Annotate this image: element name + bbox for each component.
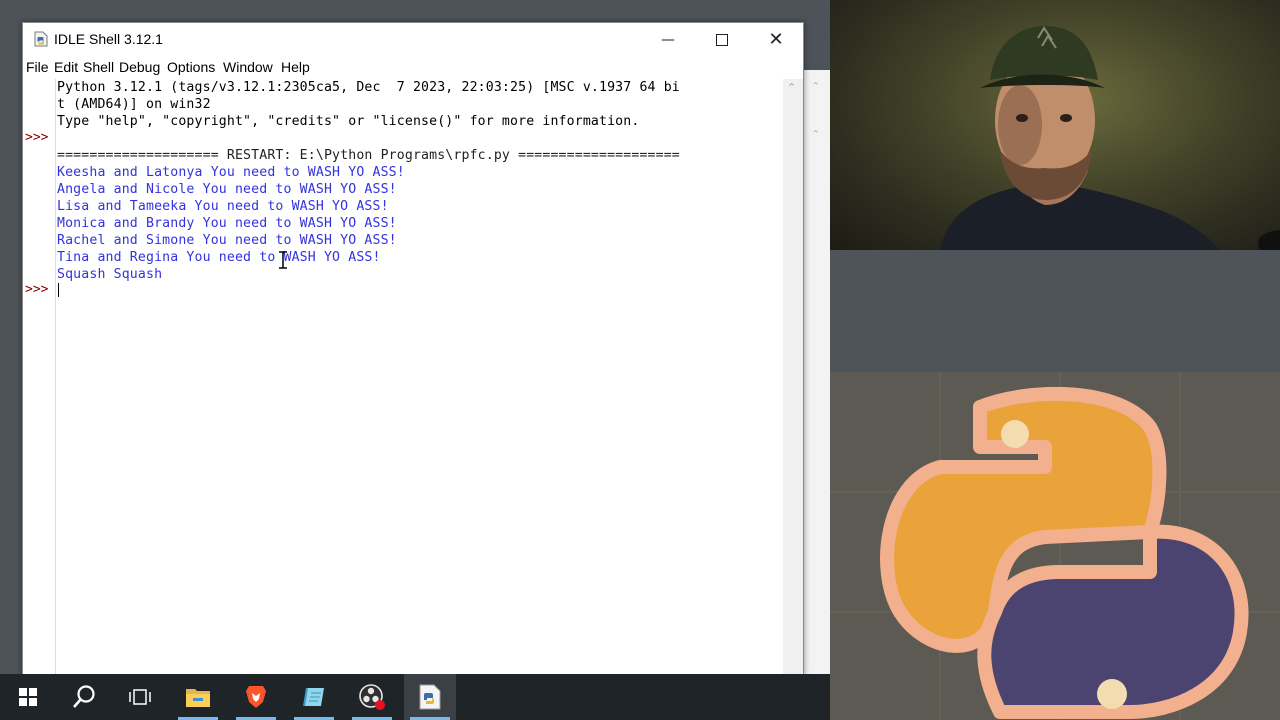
notepad-icon (303, 687, 324, 707)
brave-browser-icon (246, 686, 266, 708)
vertical-scrollbar[interactable]: ⌃ (783, 79, 803, 675)
banner-line: t (AMD64)] on win32 (57, 97, 211, 112)
idle-shell-window: IDLE Shell 3.12.1 — ✕ File Edit Shell De… (22, 22, 804, 676)
python-idle-icon (419, 684, 441, 710)
minimize-icon: — (661, 31, 675, 48)
output-line: Keesha and Latonya You need to WASH YO A… (57, 165, 405, 180)
background-window-edge: ⌃ ⌃ (800, 70, 831, 674)
python-idle-button[interactable] (404, 674, 456, 720)
output-line: Monica and Brandy You need to WASH YO AS… (57, 216, 397, 231)
output-line: Lisa and Tameeka You need to WASH YO ASS… (57, 199, 389, 214)
menu-bar: File Edit Shell Debug Options Window Hel… (23, 57, 803, 79)
menu-file[interactable]: File (26, 59, 49, 75)
menu-debug[interactable]: Debug (119, 59, 160, 75)
close-icon: ✕ (768, 29, 784, 50)
search-button[interactable] (58, 674, 110, 720)
maximize-icon (716, 33, 728, 46)
idle-app-icon (34, 31, 48, 47)
taskbar (0, 674, 830, 720)
obs-studio-button[interactable] (346, 674, 398, 720)
close-button[interactable]: ✕ (749, 23, 803, 56)
title-bar[interactable]: IDLE Shell 3.12.1 — ✕ (23, 23, 803, 56)
file-explorer-button[interactable] (172, 674, 224, 720)
start-button[interactable] (2, 674, 54, 720)
scroll-up-arrow-icon[interactable]: ⌃ (787, 81, 796, 94)
window-title: IDLE Shell 3.12.1 (54, 31, 163, 47)
python-logo-icon (830, 372, 1280, 720)
shell-prompt-sidebar: >>> >>> (23, 79, 56, 675)
shell-text-area[interactable]: Python 3.12.1 (tags/v3.12.1:2305ca5, Dec… (57, 79, 783, 675)
file-explorer-icon (186, 689, 210, 707)
desktop-background-panel (830, 250, 1280, 372)
notepad-button[interactable] (288, 674, 340, 720)
prompt-marker: >>> (25, 130, 49, 145)
output-line: Angela and Nicole You need to WASH YO AS… (57, 182, 397, 197)
menu-window[interactable]: Window (223, 59, 273, 75)
python-logo-patch-photo (830, 372, 1280, 720)
task-view-button[interactable] (114, 674, 166, 720)
output-line: Squash Squash (57, 267, 163, 282)
menu-options[interactable]: Options (167, 59, 215, 75)
restart-line: ==================== RESTART: E:\Python … (57, 148, 680, 163)
scroll-up-arrow-icon-2: ⌃ (811, 128, 821, 141)
menu-shell[interactable]: Shell (83, 59, 114, 75)
presenter-image (940, 26, 1280, 250)
prompt-marker-active: >>> (25, 282, 49, 297)
brave-browser-button[interactable] (230, 674, 282, 720)
minimize-button[interactable]: — (641, 23, 695, 56)
menu-help[interactable]: Help (281, 59, 310, 75)
ibeam-cursor-icon (279, 251, 287, 269)
maximize-button[interactable] (695, 23, 749, 56)
obs-studio-icon (359, 684, 385, 710)
windows-start-icon (19, 688, 37, 706)
search-icon (73, 685, 95, 708)
scroll-up-arrow-icon: ⌃ (811, 80, 821, 93)
output-line: Tina and Regina You need to WASH YO ASS! (57, 250, 381, 265)
banner-line: Type "help", "copyright", "credits" or "… (57, 114, 640, 129)
text-caret (58, 283, 59, 297)
task-view-icon (129, 689, 151, 705)
banner-line: Python 3.12.1 (tags/v3.12.1:2305ca5, Dec… (57, 80, 680, 95)
output-line: Rachel and Simone You need to WASH YO AS… (57, 233, 397, 248)
webcam-feed (830, 0, 1280, 250)
menu-edit[interactable]: Edit (54, 59, 78, 75)
